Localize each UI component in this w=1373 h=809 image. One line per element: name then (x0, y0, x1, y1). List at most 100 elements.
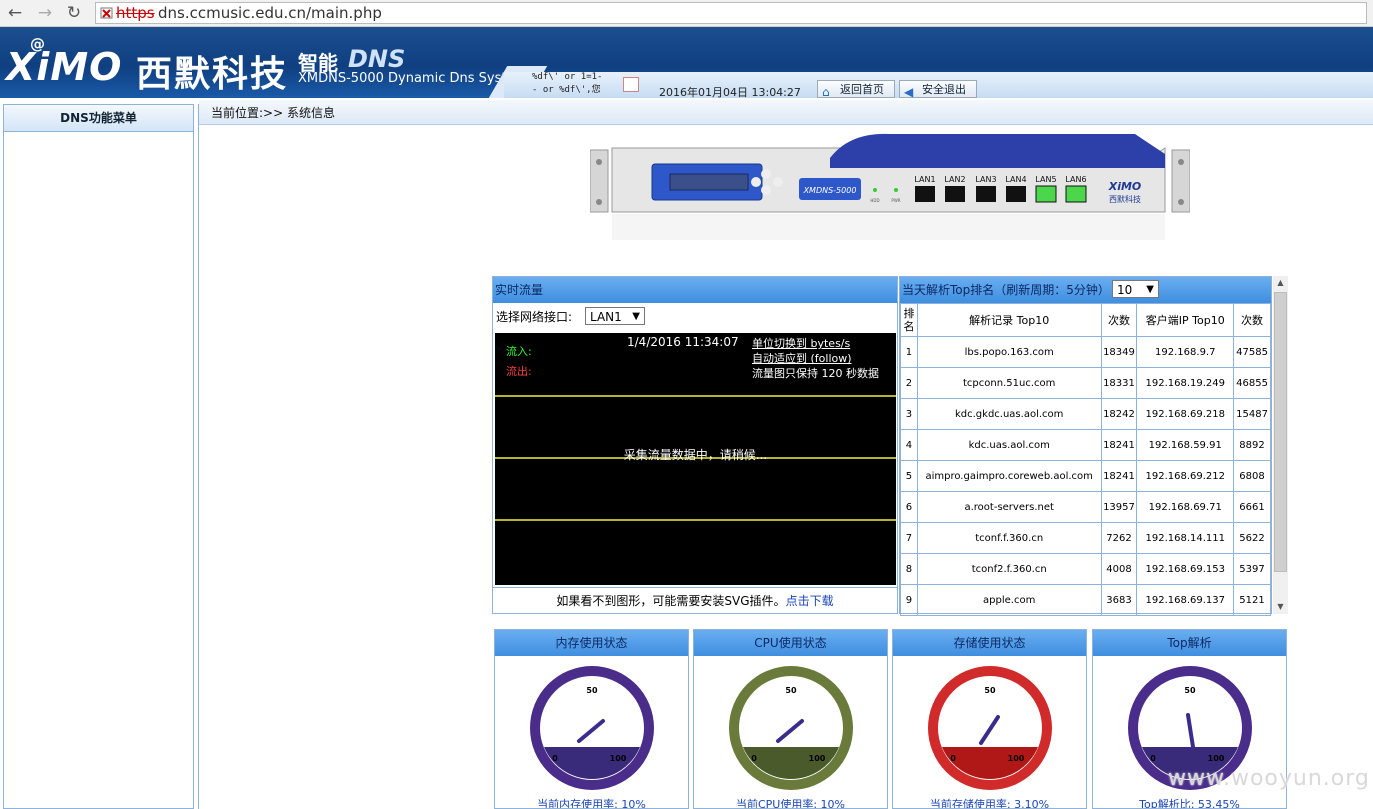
logout-button[interactable]: ◀ 安全退出 (899, 80, 977, 99)
top-count-select[interactable]: 10 ▼ (1112, 280, 1159, 298)
gauge-title: 存储使用状态 (893, 630, 1086, 656)
ip-count-cell: 5622 (1233, 522, 1271, 554)
rank-cell: 6 (900, 491, 918, 523)
record-cell: tconf.f.360.cn (916, 522, 1102, 554)
breadcrumb-text: 当前位置:>> 系统信息 (211, 106, 335, 120)
gauge-footer: 当前存储使用率: 3.10% (929, 798, 1050, 809)
back-icon[interactable]: ← (4, 2, 26, 24)
gauge-footer: 当前CPU使用率: 10% (735, 798, 846, 809)
scroll-down-icon[interactable]: ▼ (1273, 602, 1288, 611)
gauge-title: CPU使用状态 (694, 630, 887, 656)
rank-cell: 9 (900, 584, 918, 616)
count-cell: 3683 (1100, 584, 1138, 616)
top-panel-header: 当天解析Top排名（刷新周期：5分钟） 10 ▼ (900, 277, 1271, 303)
table-scrollbar[interactable]: ▲ ▼ (1273, 276, 1288, 614)
rank-cell: 2 (900, 367, 918, 399)
top-title: 当天解析Top排名（刷新周期：5分钟） (902, 283, 1110, 297)
gauge-mid-label: 50 (785, 686, 797, 695)
ip-cell: 192.168.19.249 (1136, 367, 1235, 399)
calendar-icon (623, 77, 639, 92)
rank-cell: 1 (900, 336, 918, 368)
record-cell: kdc.uas.aol.com (916, 429, 1102, 461)
dropdown-arrow-icon: ▼ (632, 311, 640, 322)
table-row: 9 apple.com 3683 192.168.69.137 5121 (900, 584, 1271, 616)
storage-gauge-panel: 存储使用状态 50 0 100 当前存储使用率: 3.10% (892, 629, 1087, 809)
rank-cell: 7 (900, 522, 918, 554)
gauge-max-label: 100 (809, 754, 826, 763)
ip-cell: 192.168.59.91 (1136, 429, 1235, 461)
auto-scale-link[interactable]: 自动适应到 (follow) (752, 350, 852, 366)
cpu-gauge: 50 0 100 (729, 666, 853, 790)
rank-cell: 3 (900, 398, 918, 430)
url-text: dns.ccmusic.edu.cn/main.php (158, 4, 382, 22)
product-line: XMDNS-5000 Dynamic Dns System (298, 71, 528, 86)
home-button[interactable]: ⌂ 返回首页 (817, 80, 895, 99)
header-datetime: 2016年01月04日 13:04:27 (659, 86, 801, 99)
gauge-title: 内存使用状态 (495, 630, 688, 656)
iface-select[interactable]: LAN1 ▼ (585, 307, 645, 325)
table-row: 8 tconf2.f.360.cn 4008 192.168.69.153 5397 (900, 553, 1271, 585)
port-label-lan6: LAN6 (1065, 175, 1086, 184)
table-header-row: 排名 解析记录 Top10 次数 客户端IP Top10 次数 (900, 303, 1271, 337)
forward-icon[interactable]: → (34, 2, 56, 24)
cpu-gauge-panel: CPU使用状态 50 0 100 当前CPU使用率: 10% (693, 629, 888, 809)
gauge-mid-label: 50 (1184, 686, 1196, 695)
top-count-value: 10 (1117, 283, 1133, 297)
logout-label: 安全退出 (922, 83, 966, 96)
logo-chinese: 西默科技 (136, 54, 289, 95)
sidebar-title[interactable]: DNS功能菜单 (4, 105, 193, 132)
table-row: 2 tcpconn.51uc.com 18331 192.168.19.249 4685… (900, 367, 1271, 399)
led-label-pwr: PWR (891, 198, 900, 203)
ip-count-cell: 5121 (1233, 584, 1271, 616)
port-label-lan1: LAN1 (914, 175, 935, 184)
col-count: 次数 (1100, 303, 1138, 337)
logo-dns: DNS (348, 45, 406, 73)
record-cell: a.root-servers.net (916, 491, 1102, 523)
grid-line (495, 519, 896, 521)
ip-count-cell: 15487 (1233, 398, 1271, 430)
record-cell: tcpconn.51uc.com (916, 367, 1102, 399)
record-cell: kdc.gkdc.uas.aol.com (916, 398, 1102, 430)
grid-line (495, 395, 896, 397)
record-cell: tconf2.f.360.cn (916, 553, 1102, 585)
storage-gauge: 50 0 100 (928, 666, 1052, 790)
unit-switch-link[interactable]: 单位切换到 bytes/s (752, 335, 850, 351)
sidebar: DNS功能菜单 (3, 104, 194, 809)
table-row: 6 a.root-servers.net 13957 192.168.69.71 666… (900, 491, 1271, 523)
port-label-lan2: LAN2 (944, 175, 965, 184)
gauge-min-label: 0 (950, 754, 956, 763)
iface-label: 选择网络接口: (496, 310, 573, 324)
device-brand-cn: 西默科技 (1109, 194, 1141, 204)
gauge-max-label: 100 (610, 754, 627, 763)
ip-count-cell: 6808 (1233, 460, 1271, 492)
iface-value: LAN1 (590, 310, 622, 324)
traffic-footer: 如果看不到图形，可能需要安装SVG插件。点击下载 (493, 587, 897, 614)
rank-cell: 5 (900, 460, 918, 492)
gauge-title: Top解析 (1093, 630, 1286, 656)
scroll-up-icon[interactable]: ▲ (1273, 278, 1288, 287)
breadcrumb: 当前位置:>> 系统信息 (199, 100, 1373, 125)
col-rank: 排名 (900, 303, 918, 337)
memory-gauge-panel: 内存使用状态 50 0 100 当前内存使用率: 10% (494, 629, 689, 809)
rank-cell: 4 (900, 429, 918, 461)
url-protocol: https (116, 4, 155, 22)
dropdown-arrow-icon: ▼ (1146, 284, 1154, 295)
graph-time: 1/4/2016 11:34:07 (627, 335, 739, 349)
user-greeting: %df\' or 1=1- - or %df\',您 (532, 72, 603, 95)
table-row: 7 tconf.f.360.cn 7262 192.168.14.111 5622 (900, 522, 1271, 554)
home-icon: ⌂ (822, 85, 830, 99)
record-cell: aimpro.gaimpro.coreweb.aol.com (916, 460, 1102, 492)
count-cell: 18349 (1100, 336, 1138, 368)
record-cell: apple.com (916, 584, 1102, 616)
table-row: 4 kdc.uas.aol.com 18241 192.168.59.91 8892 (900, 429, 1271, 461)
gauge-mid-label: 50 (984, 686, 996, 695)
download-link[interactable]: 点击下载 (786, 594, 834, 608)
ip-count-cell: 47585 (1233, 336, 1271, 368)
browser-toolbar: ← → ↻ https dns.ccmusic.edu.cn/main.php (0, 0, 1373, 27)
address-bar[interactable]: https dns.ccmusic.edu.cn/main.php (95, 2, 1367, 24)
scroll-thumb[interactable] (1274, 292, 1287, 572)
count-cell: 4008 (1100, 553, 1138, 585)
ip-cell: 192.168.69.218 (1136, 398, 1235, 430)
reload-icon[interactable]: ↻ (63, 2, 85, 24)
port-label-lan3: LAN3 (975, 175, 996, 184)
